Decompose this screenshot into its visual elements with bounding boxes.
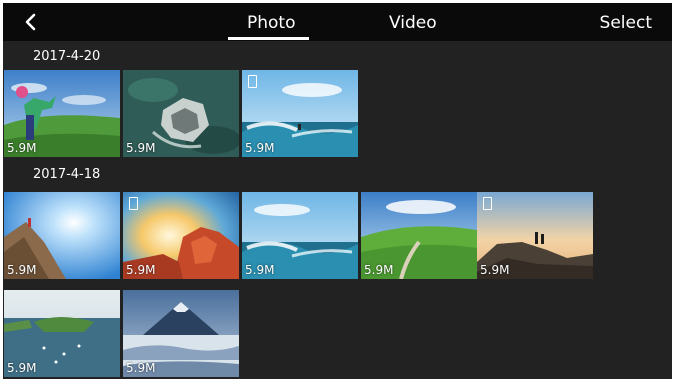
video-thumbnail[interactable]: 5.9M [477, 192, 593, 279]
file-size-label: 5.9M [126, 361, 156, 375]
select-button[interactable]: Select [600, 13, 652, 33]
group-date-heading: 2017-4-18 [33, 167, 101, 182]
photo-thumbnail[interactable]: 5.9M [123, 290, 239, 377]
video-thumbnail[interactable]: 5.9M [242, 70, 358, 157]
file-size-label: 5.9M [7, 361, 37, 375]
file-size-label: 5.9M [126, 263, 156, 277]
active-tab-indicator [228, 37, 309, 40]
file-size-label: 5.9M [7, 141, 37, 155]
file-size-label: 5.9M [7, 263, 37, 277]
top-bar: Photo Video Select [3, 3, 672, 41]
chevron-left-icon[interactable] [21, 12, 41, 32]
file-size-label: 5.9M [126, 141, 156, 155]
video-thumbnail[interactable]: 5.9M [123, 192, 239, 279]
photo-thumbnail[interactable]: 5.9M [4, 192, 120, 279]
photo-thumbnail[interactable]: 5.9M [242, 192, 358, 279]
group-date-heading: 2017-4-20 [33, 49, 101, 64]
video-badge-icon [248, 75, 257, 88]
photo-thumbnail[interactable]: 5.9M [4, 290, 120, 377]
photo-thumbnail[interactable]: 5.9M [123, 70, 239, 157]
file-size-label: 5.9M [245, 141, 275, 155]
video-badge-icon [483, 197, 492, 210]
gallery-screen: Photo Video Select 2017-4-20 5.9M 5.9M 5… [3, 3, 672, 379]
file-size-label: 5.9M [245, 263, 275, 277]
video-badge-icon [129, 197, 138, 210]
photo-thumbnail[interactable]: 5.9M [4, 70, 120, 157]
file-size-label: 5.9M [480, 263, 510, 277]
photo-thumbnail[interactable]: 5.9M [361, 192, 477, 279]
tab-video[interactable]: Video [389, 13, 437, 33]
tab-photo[interactable]: Photo [247, 13, 296, 33]
file-size-label: 5.9M [364, 263, 394, 277]
